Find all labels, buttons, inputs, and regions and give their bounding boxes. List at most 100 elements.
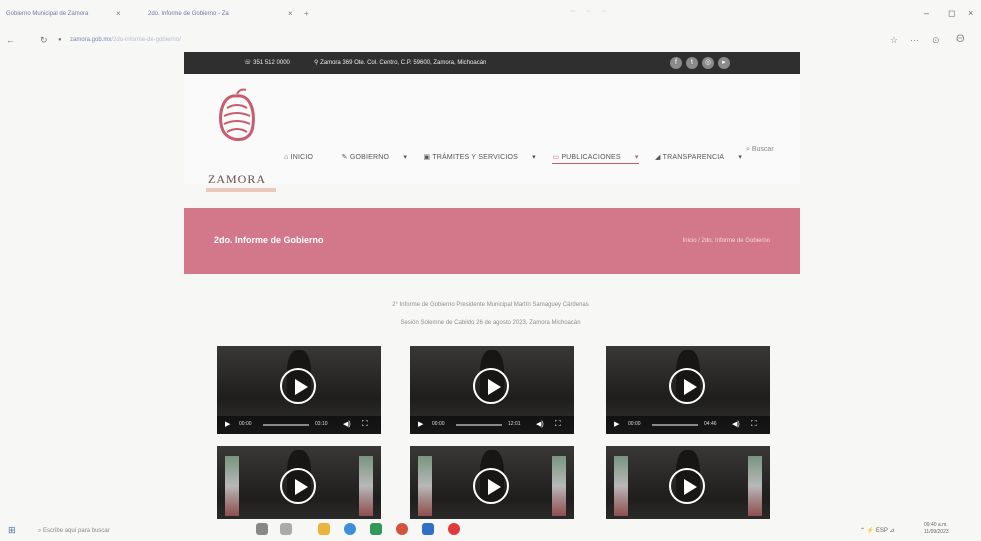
- back-icon[interactable]: ←: [6, 35, 15, 45]
- play-icon[interactable]: [473, 468, 509, 504]
- url-path: /2do-informe-de-gobierno/: [111, 37, 181, 43]
- total-time: 04:46: [704, 421, 717, 427]
- video-player[interactable]: [410, 446, 574, 519]
- search-button[interactable]: ⌕ Buscar: [746, 146, 774, 154]
- progress-bar[interactable]: [456, 424, 502, 426]
- chrome-icon[interactable]: [396, 523, 408, 535]
- file-explorer-icon[interactable]: [318, 523, 330, 535]
- facebook-icon[interactable]: f: [670, 57, 682, 69]
- clock-time: 09:40 a.m.: [924, 522, 948, 528]
- close-window-icon[interactable]: ×: [968, 8, 973, 18]
- reload-icon[interactable]: ↻: [40, 35, 48, 46]
- clock[interactable]: 09:40 a.m. 11/09/2023: [924, 522, 949, 536]
- extension-icon[interactable]: ⋯: [910, 35, 919, 46]
- phone-number[interactable]: ☏ 351 512 0000: [244, 59, 290, 66]
- progress-bar[interactable]: [652, 424, 698, 426]
- menu-label: TRÁMITES Y SERVICIOS: [432, 154, 519, 161]
- fullscreen-icon[interactable]: ⛶: [751, 419, 757, 429]
- new-tab-icon[interactable]: +: [304, 9, 309, 18]
- play-icon[interactable]: [280, 468, 316, 504]
- youtube-icon[interactable]: ▸: [718, 57, 730, 69]
- video-player[interactable]: [606, 446, 770, 519]
- play-icon[interactable]: [280, 368, 316, 404]
- play-small-icon[interactable]: ▶: [614, 420, 619, 428]
- logo-text: ZAMORA: [207, 172, 266, 186]
- menu-item-transparencia[interactable]: ◢ TRANSPARENCIA ▾: [655, 154, 742, 161]
- profile-icon[interactable]: Θ: [956, 33, 965, 45]
- volume-icon[interactable]: ◀): [343, 420, 351, 428]
- minimize-icon[interactable]: –: [924, 8, 929, 18]
- taskbar-search[interactable]: ⌕ Escribe aquí para buscar: [38, 528, 110, 535]
- current-time: 00:00: [432, 421, 445, 427]
- menu-item-gobierno[interactable]: ✎ GOBIERNO ▾: [342, 154, 407, 161]
- flag-decoration: [418, 456, 432, 516]
- twitter-icon[interactable]: t: [686, 57, 698, 69]
- close-icon[interactable]: ×: [116, 9, 121, 18]
- close-icon[interactable]: ×: [288, 9, 293, 18]
- maximize-icon[interactable]: ◻: [948, 8, 955, 19]
- url-field[interactable]: zamora.gob.mx/2do-informe-de-gobierno/: [70, 37, 181, 43]
- website: ☏ 351 512 0000 ⚲ Zamora 369 Ote. Col. Ce…: [184, 52, 800, 274]
- url-host: zamora.gob.mx: [70, 37, 112, 43]
- sync-icon[interactable]: ⊙: [932, 35, 940, 46]
- address-bar-row: ← ↻ ● zamora.gob.mx/2do-informe-de-gobie…: [0, 32, 981, 50]
- menu-item-publicaciones[interactable]: ▭ PUBLICACIONES ▾: [552, 154, 639, 164]
- play-small-icon[interactable]: ▶: [418, 420, 423, 428]
- menu-item-inicio[interactable]: ⌂ INICIO: [284, 154, 325, 161]
- instagram-icon[interactable]: ◎: [702, 57, 714, 69]
- clock-date: 11/09/2023: [924, 529, 949, 535]
- browser-tab-1[interactable]: Gobierno Municipal de Zamora: [6, 11, 88, 17]
- fullscreen-icon[interactable]: ⛶: [555, 419, 561, 429]
- progress-bar[interactable]: [263, 424, 309, 426]
- video-controls: ▶ 00:00 03:10 ◀) ⛶: [217, 416, 381, 434]
- breadcrumb[interactable]: Inicio / 2do. Informe de Gobierno: [683, 238, 770, 244]
- video-player[interactable]: ▶ 00:00 12:01 ◀) ⛶: [410, 346, 574, 434]
- opera-icon[interactable]: [448, 523, 460, 535]
- scan-smudge: ~ ~ ~: [570, 6, 611, 16]
- windows-start-icon[interactable]: ⊞: [8, 525, 16, 536]
- video-player[interactable]: [217, 446, 381, 519]
- browser-tab-strip: Gobierno Municipal de Zamora × 2do. Info…: [0, 0, 981, 26]
- flag-decoration: [748, 456, 762, 516]
- play-icon[interactable]: [473, 368, 509, 404]
- play-icon[interactable]: [669, 368, 705, 404]
- main-menu: ⌂ INICIO ✎ GOBIERNO ▾ ▣ TRÁMITES Y SERVI…: [284, 146, 754, 164]
- task-view-icon[interactable]: [256, 523, 268, 535]
- top-info-bar: ☏ 351 512 0000 ⚲ Zamora 369 Ote. Col. Ce…: [184, 52, 800, 74]
- flag-decoration: [225, 456, 239, 516]
- browser-tab-2[interactable]: 2do. Informe de Gobierno - Za: [148, 11, 229, 17]
- page-title: 2do. Informe de Gobierno: [214, 235, 324, 245]
- volume-icon[interactable]: ◀): [536, 420, 544, 428]
- total-time: 03:10: [315, 421, 328, 427]
- search-placeholder: Escribe aquí para buscar: [43, 528, 110, 534]
- outlook-icon[interactable]: [422, 523, 434, 535]
- widgets-icon[interactable]: [280, 523, 292, 535]
- video-player[interactable]: ▶ 00:00 04:46 ◀) ⛶: [606, 346, 770, 434]
- zamora-logo[interactable]: [202, 86, 272, 182]
- address-text: ⚲ Zamora 369 Ote. Col. Centro, C.P. 5960…: [314, 60, 487, 66]
- extension-icon[interactable]: ☆: [890, 35, 898, 46]
- caption-line-2: Sesión Solemne de Cabildo 26 de agosto 2…: [400, 320, 581, 326]
- menu-label: INICIO: [290, 154, 314, 161]
- total-time: 12:01: [508, 421, 521, 427]
- phone-text: 351 512 0000: [253, 60, 290, 66]
- page-caption: 2° Informe de Gobierno Presidente Munici…: [0, 296, 981, 332]
- caption-line-1: 2° Informe de Gobierno Presidente Munici…: [392, 302, 589, 308]
- video-controls: ▶ 00:00 04:46 ◀) ⛶: [606, 416, 770, 434]
- play-icon[interactable]: [669, 468, 705, 504]
- menu-label: PUBLICACIONES: [561, 154, 621, 161]
- volume-icon[interactable]: ◀): [732, 420, 740, 428]
- site-header: ZAMORA ⌂ INICIO ✎ GOBIERNO ▾ ▣ TRÁMITES …: [184, 74, 800, 192]
- system-tray[interactable]: ⌃ ⚡ ESP ⊿: [860, 527, 894, 534]
- video-controls: ▶ 00:00 12:01 ◀) ⛶: [410, 416, 574, 434]
- menu-item-tramites[interactable]: ▣ TRÁMITES Y SERVICIOS ▾: [423, 154, 535, 161]
- video-player[interactable]: ▶ 00:00 03:10 ◀) ⛶: [217, 346, 381, 434]
- play-small-icon[interactable]: ▶: [225, 420, 230, 428]
- flag-decoration: [552, 456, 566, 516]
- edge-icon[interactable]: [344, 523, 356, 535]
- address-value: Zamora 369 Ote. Col. Centro, C.P. 59600,…: [320, 60, 487, 66]
- menu-label: TRANSPARENCIA: [662, 154, 725, 161]
- fullscreen-icon[interactable]: ⛶: [362, 419, 368, 429]
- excel-icon[interactable]: [370, 523, 382, 535]
- menu-label: GOBIERNO: [349, 154, 390, 161]
